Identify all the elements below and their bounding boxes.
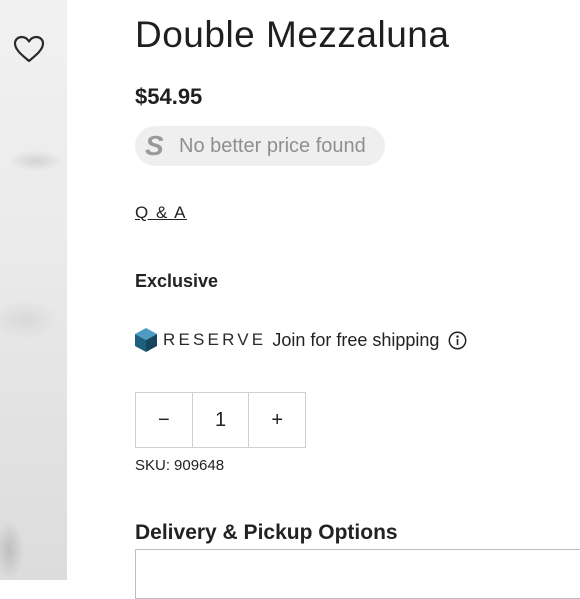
reserve-join-link[interactable]: Join for free shipping [272,330,439,351]
price-check-s-icon: S [145,130,164,161]
marble-texture [0,520,24,580]
marble-texture [0,300,60,340]
price-check-text: No better price found [179,134,366,157]
price-check-badge[interactable]: S No better price found [135,126,385,166]
sku-value: 909648 [174,457,225,474]
marble-texture [8,150,63,172]
sku-label: SKU: [135,457,171,474]
product-image[interactable] [0,0,67,580]
product-title: Double Mezzaluna [135,14,450,55]
delivery-options-box[interactable] [135,549,580,599]
delivery-title: Delivery & Pickup Options [135,521,398,544]
quantity-increment-button[interactable]: + [249,393,305,447]
sku-line: SKU: 909648 [135,457,224,474]
reserve-cube-icon [134,327,158,353]
quantity-value[interactable]: 1 [191,393,250,447]
quantity-decrement-button[interactable]: − [136,393,192,447]
quantity-stepper[interactable]: − 1 + [135,392,306,448]
info-icon[interactable] [448,331,467,350]
product-price: $54.95 [135,84,203,109]
qa-link[interactable]: Q & A [135,203,187,223]
exclusive-label: Exclusive [135,271,219,291]
wishlist-heart-icon[interactable] [12,34,46,64]
reserve-brand: RESERVE [163,330,267,349]
reserve-banner[interactable]: RESERVE Join for free shipping [134,326,467,354]
